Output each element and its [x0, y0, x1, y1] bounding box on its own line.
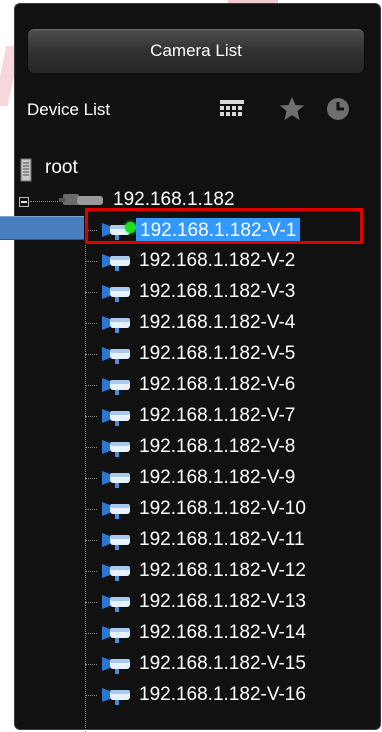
channel-label: 192.168.1.182-V-2	[139, 250, 296, 271]
camera-channel-item[interactable]: 192.168.1.182-V-11	[85, 526, 380, 556]
tree-connector	[85, 292, 97, 293]
camera-icon	[97, 407, 135, 432]
annotation-arrow	[0, 216, 84, 240]
camera-icon	[97, 655, 135, 680]
camera-channel-item[interactable]: 192.168.1.182-V-6	[85, 371, 380, 401]
collapse-toggle[interactable]	[19, 197, 29, 207]
camera-channel-item[interactable]: 192.168.1.182-V-8	[85, 433, 380, 463]
channel-label: 192.168.1.182-V-5	[139, 343, 296, 364]
server-icon	[19, 158, 33, 187]
tree-root-label[interactable]: root	[45, 157, 78, 179]
camera-icon	[97, 252, 135, 277]
camera-list-button[interactable]: Camera List	[27, 28, 365, 74]
camera-channel-item[interactable]: 192.168.1.182-V-12	[85, 557, 380, 587]
channel-label: 192.168.1.182-V-11	[139, 529, 305, 550]
camera-channel-item[interactable]: 192.168.1.182-V-5	[85, 340, 380, 370]
camera-channel-item[interactable]: 192.168.1.182-V-13	[85, 588, 380, 618]
tree-connector	[85, 385, 97, 386]
tree-connector	[85, 571, 97, 572]
channel-label: 192.168.1.182-V-12	[139, 560, 306, 581]
channel-label: 192.168.1.182-V-9	[139, 467, 296, 488]
camera-icon	[97, 500, 135, 525]
annotation-highlight-box	[85, 208, 363, 244]
device-list-header: Device List	[27, 92, 367, 132]
camera-icon	[97, 624, 135, 649]
camera-channel-item[interactable]: 192.168.1.182-V-3	[85, 278, 380, 308]
tree-connector	[85, 447, 97, 448]
camera-channel-item[interactable]: 192.168.1.182-V-16	[85, 681, 380, 711]
channel-label: 192.168.1.182-V-6	[139, 374, 296, 395]
channel-label: 192.168.1.182-V-14	[139, 622, 306, 643]
tree-connector	[85, 695, 97, 696]
channel-label: 192.168.1.182-V-4	[139, 312, 296, 333]
camera-channel-item[interactable]: 192.168.1.182-V-15	[85, 650, 380, 680]
camera-icon	[97, 345, 135, 370]
tree-connector	[85, 478, 97, 479]
channel-label: 192.168.1.182-V-15	[139, 653, 306, 674]
camera-channel-item[interactable]: 192.168.1.182-V-14	[85, 619, 380, 649]
camera-icon	[97, 314, 135, 339]
channel-label: 192.168.1.182-V-16	[139, 684, 306, 705]
camera-icon	[97, 469, 135, 494]
channel-label: 192.168.1.182-V-8	[139, 436, 296, 457]
camera-channel-item[interactable]: 192.168.1.182-V-7	[85, 402, 380, 432]
camera-channel-item[interactable]: 192.168.1.182-V-9	[85, 464, 380, 494]
tree-connector	[85, 323, 97, 324]
tree-connector	[85, 509, 97, 510]
device-list-label: Device List	[27, 100, 111, 119]
channel-label: 192.168.1.182-V-13	[139, 591, 306, 612]
tree-connector	[85, 633, 97, 634]
camera-icon	[97, 562, 135, 587]
star-icon[interactable]	[277, 94, 307, 124]
tree-connector	[85, 540, 97, 541]
camera-channel-item[interactable]: 192.168.1.182-V-2	[85, 247, 380, 277]
channel-label: 192.168.1.182-V-10	[139, 498, 306, 519]
channel-label: 192.168.1.182-V-3	[139, 281, 296, 302]
camera-channel-item[interactable]: 192.168.1.182-V-10	[85, 495, 380, 525]
tree-connector	[85, 354, 97, 355]
camera-icon	[97, 531, 135, 556]
camera-icon	[97, 283, 135, 308]
camera-icon	[97, 593, 135, 618]
tree-connector	[85, 416, 97, 417]
channel-label: 192.168.1.182-V-7	[139, 405, 296, 426]
camera-icon	[97, 438, 135, 463]
tree-connector	[85, 602, 97, 603]
device-panel: Camera List Device List root 192.168.1.1…	[14, 3, 381, 732]
grid-layout-icon[interactable]	[217, 94, 247, 124]
tree-connector	[30, 201, 58, 202]
tree-connector	[85, 261, 97, 262]
camera-icon	[97, 376, 135, 401]
clock-icon[interactable]	[323, 94, 353, 124]
camera-channel-item[interactable]: 192.168.1.182-V-4	[85, 309, 380, 339]
camera-icon	[97, 686, 135, 711]
tree-connector	[85, 664, 97, 665]
